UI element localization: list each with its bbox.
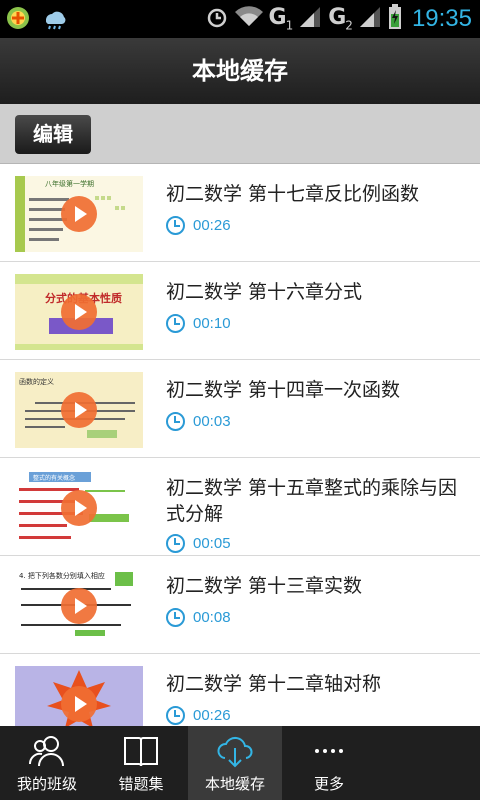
duration-row: 00:05 bbox=[166, 534, 231, 553]
play-icon[interactable] bbox=[61, 392, 97, 428]
list-item[interactable]: 八年级第一学期 初二数学 第十七章反比例函数 00:26 bbox=[0, 164, 480, 262]
thumb-caption: 函数的定义 bbox=[19, 377, 54, 386]
video-duration: 00:26 bbox=[193, 217, 231, 234]
network-type-2: G2 bbox=[328, 5, 353, 33]
thumb-caption: 4. 把下列各数分别填入相应 bbox=[19, 571, 105, 580]
nav-label: 更多 bbox=[313, 775, 344, 793]
nav-my-class[interactable]: 我的班级 bbox=[0, 726, 94, 800]
play-icon[interactable] bbox=[61, 196, 97, 232]
video-duration: 00:08 bbox=[193, 609, 231, 626]
clock-icon bbox=[166, 534, 185, 553]
play-icon[interactable] bbox=[61, 490, 97, 526]
duration-row: 00:03 bbox=[166, 412, 231, 431]
video-thumbnail[interactable]: 4. 把下列各数分别填入相应 bbox=[15, 568, 143, 644]
bottom-navigation: 我的班级 错题集 本地缓存 更多 bbox=[0, 726, 480, 800]
video-duration: 00:10 bbox=[193, 315, 231, 332]
nav-more[interactable]: 更多 bbox=[282, 726, 376, 800]
play-icon[interactable] bbox=[61, 686, 97, 722]
more-icon bbox=[309, 734, 349, 772]
video-thumbnail[interactable] bbox=[15, 666, 143, 726]
video-thumbnail[interactable]: 整式的有关概念 bbox=[15, 470, 143, 546]
video-list[interactable]: 八年级第一学期 初二数学 第十七章反比例函数 00:26 分式的基本性质 初二数… bbox=[0, 164, 480, 726]
duration-row: 00:10 bbox=[166, 314, 231, 333]
nav-local-cache[interactable]: 本地缓存 bbox=[188, 726, 282, 800]
list-item[interactable]: 整式的有关概念 初二数学 第十五章整式的乘除与因式分解 00:05 bbox=[0, 458, 480, 556]
book-icon bbox=[121, 734, 161, 772]
signal-icon-2 bbox=[358, 5, 382, 33]
wifi-icon bbox=[234, 6, 263, 32]
duration-row: 00:08 bbox=[166, 608, 231, 627]
nav-mistakes[interactable]: 错题集 bbox=[94, 726, 188, 800]
video-duration: 00:03 bbox=[193, 413, 231, 430]
nav-label: 本地缓存 bbox=[204, 775, 265, 793]
play-icon[interactable] bbox=[61, 294, 97, 330]
clock-icon bbox=[166, 706, 185, 725]
video-duration: 00:26 bbox=[193, 707, 231, 724]
users-icon bbox=[27, 734, 67, 772]
signal-icon-1 bbox=[298, 5, 322, 33]
edit-button[interactable]: 编辑 bbox=[15, 115, 91, 154]
video-thumbnail[interactable]: 函数的定义 bbox=[15, 372, 143, 448]
video-title: 初二数学 第十五章整式的乘除与因式分解 bbox=[166, 477, 458, 525]
battery-charging-icon bbox=[388, 4, 402, 34]
list-item[interactable]: 初二数学 第十二章轴对称 00:26 bbox=[0, 654, 480, 726]
clock-icon bbox=[166, 314, 185, 333]
title-bar: 本地缓存 bbox=[0, 38, 480, 104]
weather-icon bbox=[40, 6, 66, 34]
video-title: 初二数学 第十六章分式 bbox=[166, 281, 363, 303]
video-duration: 00:05 bbox=[193, 535, 231, 552]
cloud-download-icon bbox=[215, 734, 255, 772]
edit-toolbar: 编辑 bbox=[0, 104, 480, 164]
video-title: 初二数学 第十七章反比例函数 bbox=[166, 183, 420, 205]
clock-icon bbox=[166, 608, 185, 627]
video-title: 初二数学 第十四章一次函数 bbox=[166, 379, 401, 401]
clock-icon bbox=[166, 412, 185, 431]
nav-label: 错题集 bbox=[118, 775, 164, 793]
thumb-caption: 八年级第一学期 bbox=[45, 179, 94, 188]
duration-row: 00:26 bbox=[166, 216, 231, 235]
alarm-icon bbox=[205, 5, 229, 33]
status-bar: G1 G2 19:35 bbox=[0, 0, 480, 38]
list-item[interactable]: 分式的基本性质 初二数学 第十六章分式 00:10 bbox=[0, 262, 480, 360]
video-thumbnail[interactable]: 分式的基本性质 bbox=[15, 274, 143, 350]
duration-row: 00:26 bbox=[166, 706, 231, 725]
page-title: 本地缓存 bbox=[192, 57, 288, 85]
clock-icon bbox=[166, 216, 185, 235]
thumb-caption: 整式的有关概念 bbox=[33, 474, 75, 482]
app-notification-icon bbox=[6, 6, 30, 34]
network-type-1: G1 bbox=[268, 5, 294, 33]
clock-time: 19:35 bbox=[411, 5, 472, 32]
list-item[interactable]: 4. 把下列各数分别填入相应 初二数学 第十三章实数 00:08 bbox=[0, 556, 480, 654]
video-title: 初二数学 第十二章轴对称 bbox=[166, 673, 382, 695]
video-thumbnail[interactable]: 八年级第一学期 bbox=[15, 176, 143, 252]
play-icon[interactable] bbox=[61, 588, 97, 624]
video-title: 初二数学 第十三章实数 bbox=[166, 575, 363, 597]
list-item[interactable]: 函数的定义 初二数学 第十四章一次函数 00:03 bbox=[0, 360, 480, 458]
nav-label: 我的班级 bbox=[16, 775, 77, 793]
